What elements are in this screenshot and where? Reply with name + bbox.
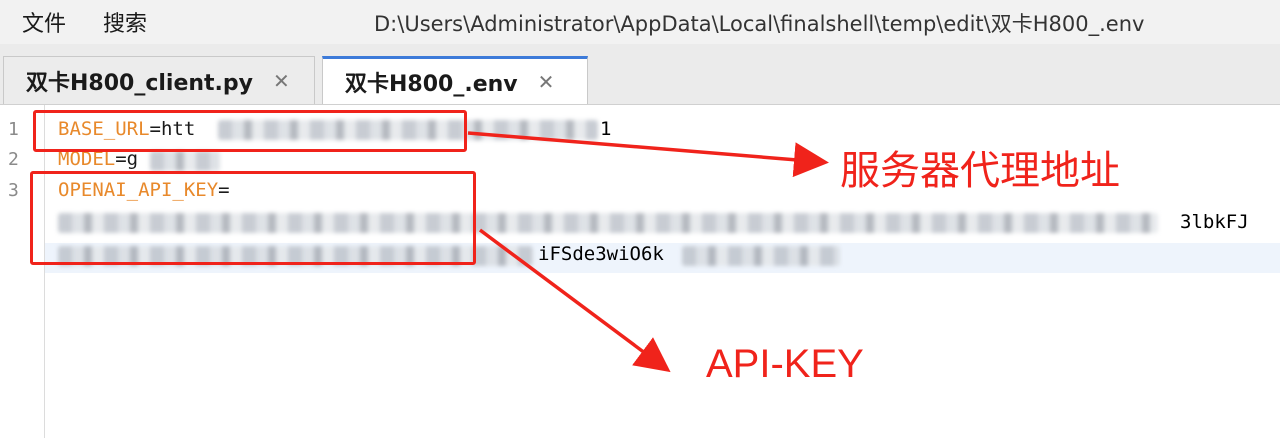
arrow-to-proxy — [467, 131, 829, 178]
annotation-apikey-label: API-KEY — [706, 342, 864, 386]
arrow-to-apikey — [478, 228, 671, 373]
annotation-arrows — [467, 131, 829, 373]
annotation-proxy-label: 服务器代理地址 — [840, 148, 1120, 194]
